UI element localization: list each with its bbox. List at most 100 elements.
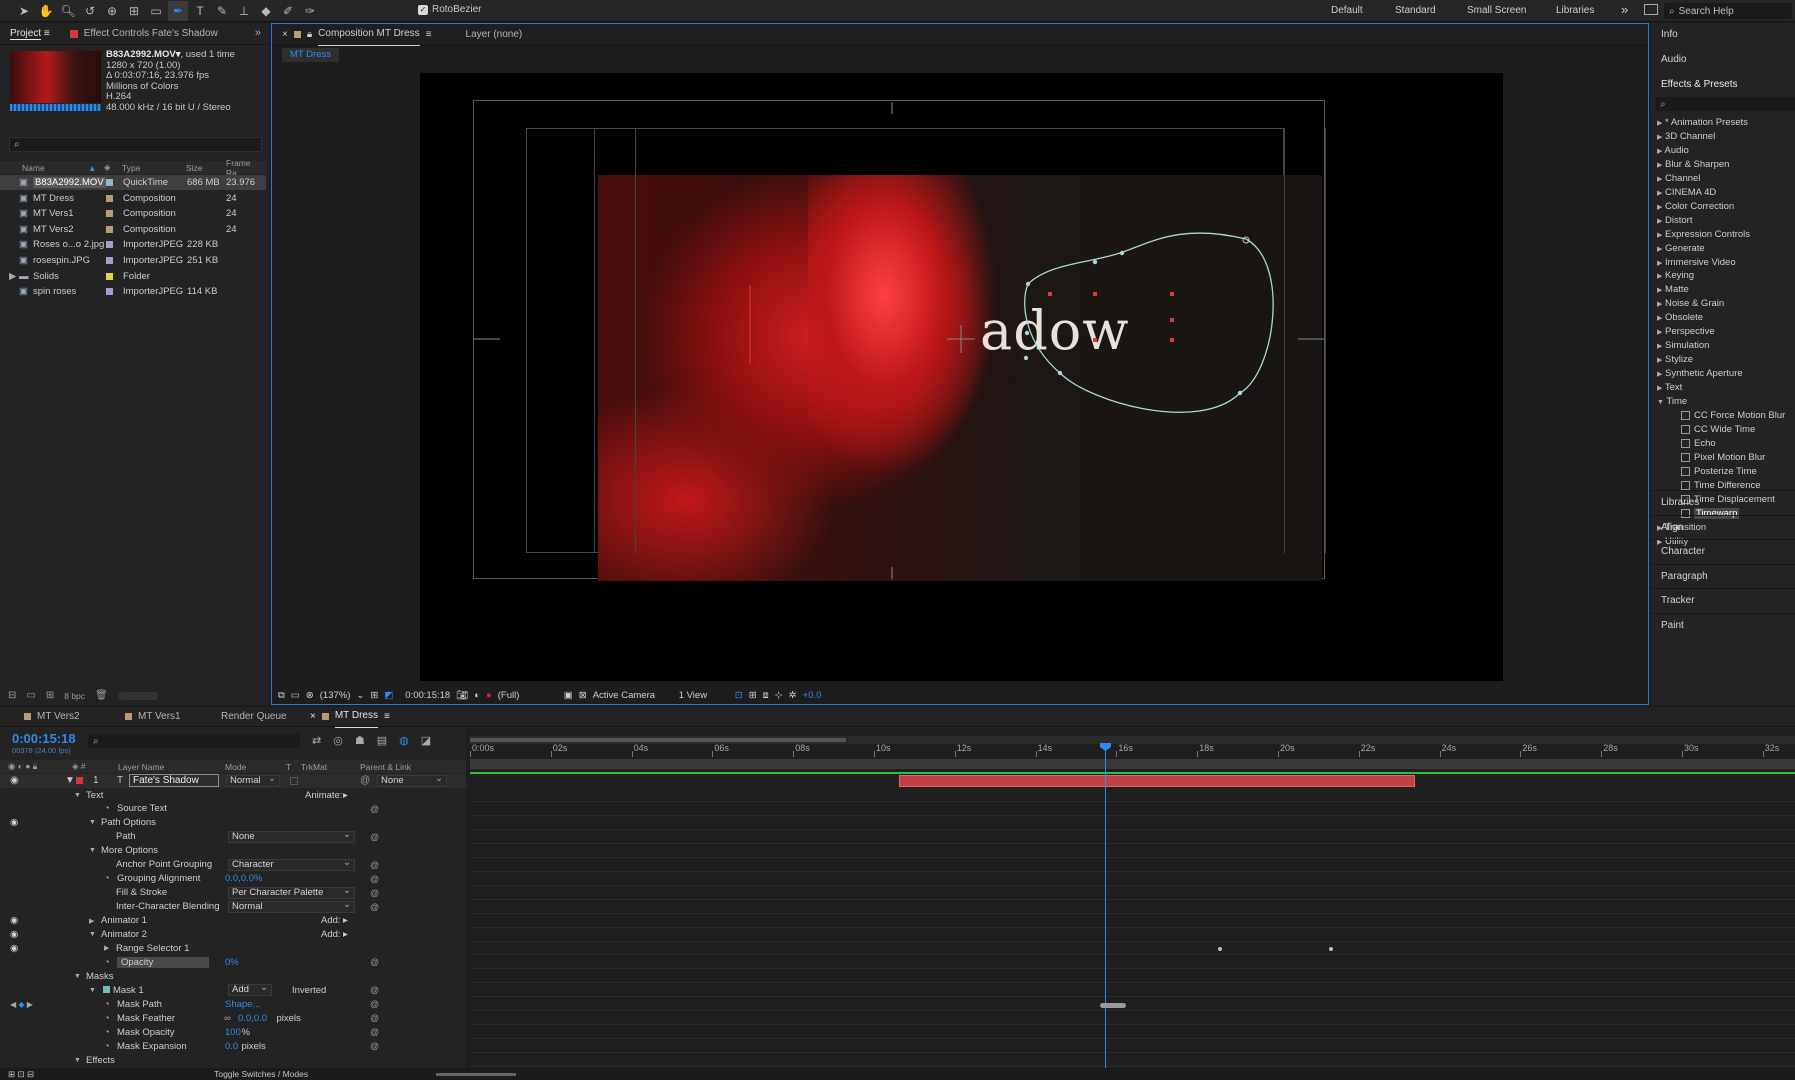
effect-category[interactable]: ▶ Blur & Sharpen (1657, 159, 1729, 170)
hand-tool-icon[interactable]: ✋ (36, 1, 56, 21)
composition-viewer[interactable]: adow (420, 73, 1503, 681)
twirl-right-icon[interactable]: ▶ (1657, 260, 1662, 267)
property-value[interactable]: 0% (225, 957, 239, 968)
camera-dropdown[interactable]: Active Camera (593, 690, 673, 701)
rotobezier-checkbox[interactable]: ✓ (418, 4, 428, 15)
text-anchor-handles[interactable] (1048, 292, 1174, 342)
column-size[interactable]: Size (186, 163, 203, 173)
eye-icon[interactable]: ◉ (10, 775, 19, 786)
property-row[interactable]: ◔ Mask Expansion 0.0 pixels @ (0, 1039, 466, 1053)
parent-dropdown[interactable]: None (377, 774, 447, 787)
panel-character[interactable]: Character (1661, 546, 1705, 557)
pen-tool-icon[interactable]: ✒ (168, 1, 188, 21)
twirl-right-icon[interactable]: ▶ (1657, 371, 1662, 378)
property-row[interactable]: ▼ Effects (0, 1053, 466, 1067)
mask-path-overlay[interactable] (420, 73, 1503, 681)
stopwatch-icon[interactable]: ◔ (104, 873, 110, 884)
search-help-field[interactable]: ⌕ Search Help (1664, 3, 1792, 19)
rotobezier-option[interactable]: ✓ RotoBezier (418, 4, 481, 15)
property-value[interactable]: Shape... (225, 999, 260, 1010)
eye-icon[interactable]: ◉ (10, 943, 18, 954)
add-animator-label[interactable]: Add: (321, 929, 341, 940)
panel-libraries[interactable]: Libraries (1661, 497, 1699, 508)
bpc-label[interactable]: 8 bpc (64, 691, 85, 701)
property-dropdown[interactable]: Normal (228, 900, 355, 913)
keyframe-marker[interactable] (1329, 947, 1333, 951)
twirl-down-icon[interactable]: ▼ (74, 973, 81, 980)
rotate-tool-icon[interactable]: ↺ (80, 1, 100, 21)
workspace-default[interactable]: Default (1331, 5, 1363, 16)
workspace-small-screen[interactable]: Small Screen (1467, 5, 1526, 16)
label-color-swatch[interactable] (106, 288, 113, 296)
effect-category[interactable]: ▶ * Animation Presets (1657, 117, 1748, 128)
project-item[interactable]: ▣ MT Vers1 Composition 24 (0, 206, 266, 221)
mask-color-swatch[interactable] (103, 986, 110, 994)
rectangle-tool-icon[interactable]: ▭ (146, 1, 166, 21)
panel-effects-presets[interactable]: Effects & Presets (1661, 79, 1738, 90)
twirl-right-icon[interactable]: ▶ (1657, 315, 1662, 322)
expression-pickwhip-icon[interactable]: @ (370, 1041, 379, 1051)
effect-category[interactable]: ▶ Channel (1657, 173, 1700, 184)
expression-pickwhip-icon[interactable]: @ (370, 1027, 379, 1037)
zoom-tool-icon[interactable]: 🔍︎ (58, 1, 78, 21)
effect-category[interactable]: ▶ Audio (1657, 145, 1689, 156)
view-layout-dropdown[interactable]: 1 View (679, 690, 729, 701)
effect-category[interactable]: ▶ Matte (1657, 284, 1689, 295)
panel-align[interactable]: Align (1661, 522, 1683, 533)
keyframe-navigator-icon[interactable]: ◀ ◆ ▶ (10, 1000, 33, 1009)
project-item[interactable]: ▣ B83A2992.MOV QuickTime 686 MB 23.976 (0, 175, 266, 190)
property-dropdown[interactable]: None (228, 830, 355, 843)
camera-tool-icon[interactable]: ⊕ (102, 1, 122, 21)
mask-visibility-icon[interactable]: ⊗ (306, 690, 314, 701)
layer-mode-dropdown[interactable]: Normal (226, 774, 280, 787)
trash-icon[interactable]: 🗑︎ (95, 690, 108, 701)
add-menu-icon[interactable]: ▸ (343, 929, 348, 940)
mask-toggle-icon[interactable]: ◩ (384, 690, 393, 701)
stopwatch-icon[interactable]: ◔ (104, 1041, 110, 1052)
tab-effect-controls[interactable]: Effect Controls Fate's Shadow (60, 23, 228, 45)
label-color-swatch[interactable] (106, 194, 113, 202)
twirl-right-icon[interactable]: ▶ (1657, 218, 1662, 225)
property-row[interactable]: ▼ Text Animate: ▸ (0, 788, 466, 802)
panel-audio[interactable]: Audio (1661, 54, 1687, 65)
toggle-switches-modes[interactable]: Toggle Switches / Modes (214, 1069, 308, 1079)
layer-row[interactable]: ◉ ▼ 1 T Fate's Shadow Normal @ None (0, 774, 466, 788)
pickwhip-icon[interactable]: @ (360, 775, 370, 786)
column-name[interactable]: Name (22, 163, 45, 173)
effect-category[interactable]: ▶ Generate (1657, 243, 1705, 254)
stopwatch-icon[interactable]: ◔ (104, 957, 110, 968)
eraser-tool-icon[interactable]: ◆ (256, 1, 276, 21)
expression-pickwhip-icon[interactable]: @ (370, 985, 379, 995)
label-color-swatch[interactable] (106, 257, 113, 264)
stopwatch-icon[interactable]: ◔ (104, 1027, 110, 1038)
twirl-down-icon[interactable]: ▼ (74, 792, 81, 799)
twirl-right-icon[interactable]: ▶ (1657, 148, 1662, 155)
twirl-down-icon[interactable]: ▼ (74, 1057, 81, 1064)
effect-category[interactable]: ▶ Stylize (1657, 354, 1693, 365)
add-menu-icon[interactable]: ▸ (343, 915, 348, 926)
expression-pickwhip-icon[interactable]: @ (370, 832, 379, 842)
twirl-down-icon[interactable]: ▼ (89, 987, 96, 994)
twirl-right-icon[interactable]: ▶ (104, 944, 109, 952)
tab-project[interactable]: Project ≡ (0, 23, 60, 45)
stopwatch-icon[interactable]: ◔ (104, 803, 110, 814)
grid-guide-icon[interactable]: ⊞ (370, 690, 378, 701)
label-color-swatch[interactable] (106, 272, 113, 280)
twirl-right-icon[interactable]: ▶ (1657, 120, 1662, 127)
twirl-down-icon[interactable]: ▼ (65, 775, 75, 786)
panel-menu-icon[interactable]: ≡ (426, 24, 432, 46)
twirl-right-icon[interactable]: ▶ (1657, 232, 1662, 239)
label-column-icon[interactable]: ◈ (104, 162, 111, 173)
effect-item[interactable]: Posterize Time (1681, 466, 1757, 477)
twirl-right-icon[interactable]: ▶ (1657, 287, 1662, 294)
property-row[interactable]: ◉ ▶ Range Selector 1 (0, 941, 466, 955)
interpret-footage-icon[interactable]: ⊟ (8, 690, 16, 701)
twirl-right-icon[interactable]: ▶ (1657, 176, 1662, 183)
property-row[interactable]: ▼ Mask 1 Add Inverted @ (0, 983, 466, 997)
effect-category[interactable]: ▶ Immersive Video (1657, 257, 1736, 268)
effect-item[interactable]: Echo (1681, 438, 1716, 449)
layer-duration-bar[interactable] (899, 775, 1415, 787)
property-value[interactable]: 0.0,0.0% (225, 873, 263, 884)
property-row[interactable]: Fill & Stroke Per Character Palette @ (0, 886, 466, 900)
project-item[interactable]: ▣ Roses o...o 2.jpg ImporterJPEG 228 KB (0, 237, 266, 252)
